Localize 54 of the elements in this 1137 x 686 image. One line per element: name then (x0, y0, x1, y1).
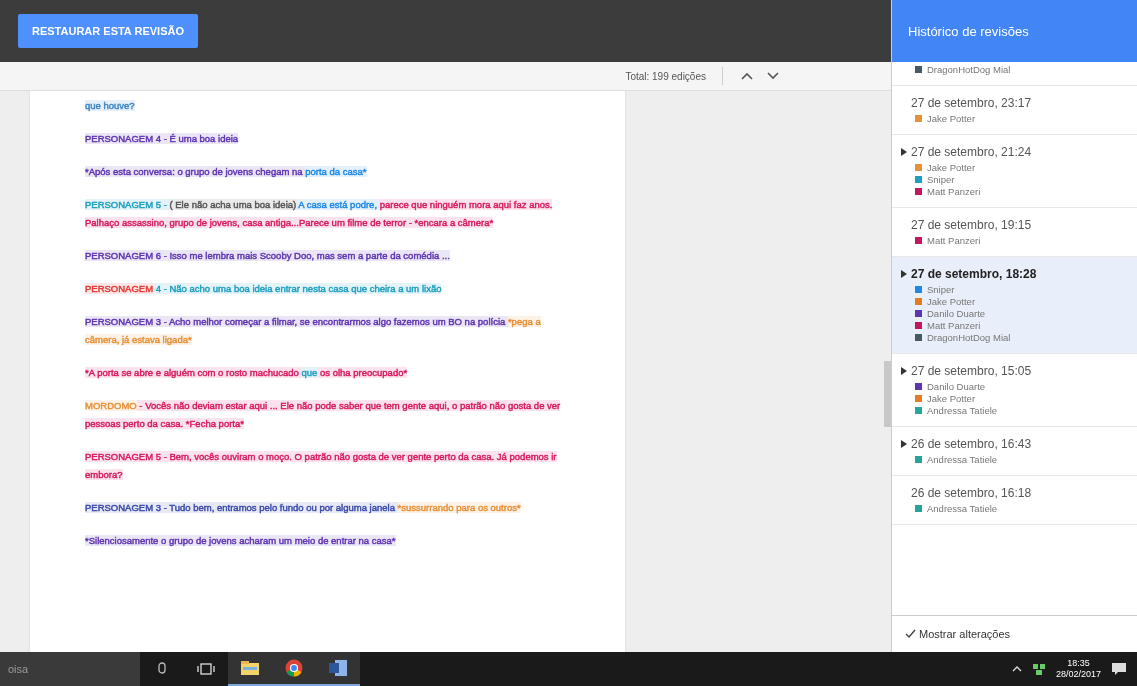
expand-triangle-icon[interactable] (901, 148, 907, 156)
show-changes-label: Mostrar alterações (919, 628, 1011, 640)
revision-item[interactable]: 27 de setembro, 18:28 Sniper Jake Potter Danilo Duarte Matt Panzeri DragonHotDog Mial (892, 257, 1137, 354)
author-name: DragonHotDog Mial (927, 64, 1011, 75)
revision-date: 27 de setembro, 19:15 (911, 218, 1032, 232)
revision-date: 27 de setembro, 18:28 (911, 267, 1037, 281)
script-paragraph: PERSONAGEM 3 - Acho melhor começar a filmar, se encontrarmos algo fazemos um BO na polícia *pega a câmera, já estava ligada* (85, 315, 542, 347)
author-name: Jake Potter (927, 162, 976, 173)
revision-date: 26 de setembro, 16:43 (911, 437, 1032, 451)
revision-date: 27 de setembro, 23:17 (911, 96, 1032, 110)
taskbar-search-field[interactable]: oisa (0, 652, 140, 686)
notification-icon[interactable] (1111, 661, 1127, 677)
total-edits-label: Total: 199 edições (625, 70, 706, 82)
caret-up-icon[interactable] (1011, 666, 1022, 672)
author-name: Matt Panzeri (927, 186, 981, 197)
script-paragraph: PERSONAGEM 5 - ( Ele não acha uma boa ideia) A casa está podre, parece que ninguém mora aqui faz anos. Palhaço assassino, grupo de jovens, casa antiga...Parece um filme de terror - *encara a câmera* (85, 198, 554, 230)
expand-triangle-icon[interactable] (901, 440, 907, 448)
author-name: DragonHotDog Mial (927, 332, 1011, 343)
script-paragraph: PERSONAGEM 5 - Bem, vocês ouviram o moço. O patrão não gosta de ver gente perto da casa. Já podemos ir embora? (85, 450, 558, 482)
script-paragraph: PERSONAGEM 3 - Tudo bem, entramos pelo fundo ou por alguma janela *sussurrando para os outros* (85, 501, 522, 515)
show-changes-checkbox[interactable] (904, 628, 916, 640)
revision-date: 27 de setembro, 15:05 (911, 364, 1032, 378)
author-name: Sniper (927, 174, 955, 185)
author-name: Sniper (927, 284, 955, 295)
author-name: Matt Panzeri (927, 320, 981, 331)
author-name: Danilo Duarte (927, 308, 986, 319)
expand-triangle-icon[interactable] (901, 270, 907, 278)
script-paragraph: que houve? (85, 99, 136, 113)
author-name: Jake Potter (927, 113, 976, 124)
revision-date: 27 de setembro, 21:24 (911, 145, 1032, 159)
chevron-down-icon[interactable] (767, 72, 779, 80)
folder-icon[interactable] (228, 652, 272, 686)
script-paragraph: PERSONAGEM 6 - Isso me lembra mais Scooby Doo, mas sem a parte da comédia ... (85, 249, 451, 263)
chevron-up-icon[interactable] (741, 72, 753, 80)
scrollbar-thumb[interactable] (884, 361, 891, 427)
author-name: Matt Panzeri (927, 235, 981, 246)
script-paragraph: *A porta se abre e alguém com o rosto machucado que os olha preocupado* (85, 366, 409, 380)
revision-date: 26 de setembro, 16:18 (911, 486, 1032, 500)
author-name: Andressa Tatiele (927, 503, 998, 514)
panel-title: Histórico de revisões (908, 23, 1029, 39)
author-name: Andressa Tatiele (927, 405, 998, 416)
script-paragraph: PERSONAGEM 4 - Não acho uma boa ideia entrar nesta casa que cheira a um lixão (85, 282, 443, 296)
network-icon[interactable] (1031, 662, 1046, 676)
author-name: Jake Potter (927, 393, 976, 404)
script-paragraph: *Após esta conversa: o grupo de jovens chegam na porta da casa* (85, 165, 368, 179)
document-app-icon[interactable] (316, 652, 360, 686)
script-paragraph: *Silenciosamente o grupo de jovens acharam um meio de entrar na casa* (85, 534, 397, 548)
author-name: Jake Potter (927, 296, 976, 307)
expand-triangle-icon[interactable] (901, 367, 907, 375)
author-name: Andressa Tatiele (927, 454, 998, 465)
author-name: Danilo Duarte (927, 381, 986, 392)
script-paragraph: PERSONAGEM 4 - É uma boa ideia (85, 132, 240, 146)
script-paragraph: MORDOMO - Vocês não deviam estar aqui ... Ele não pode saber que tem gente aqui, o patrão não gosta de ver pessoas perto da casa. *Fecha porta* (85, 399, 561, 431)
taskbar-clock[interactable]: 18:35 28/02/2017 (1055, 658, 1101, 680)
